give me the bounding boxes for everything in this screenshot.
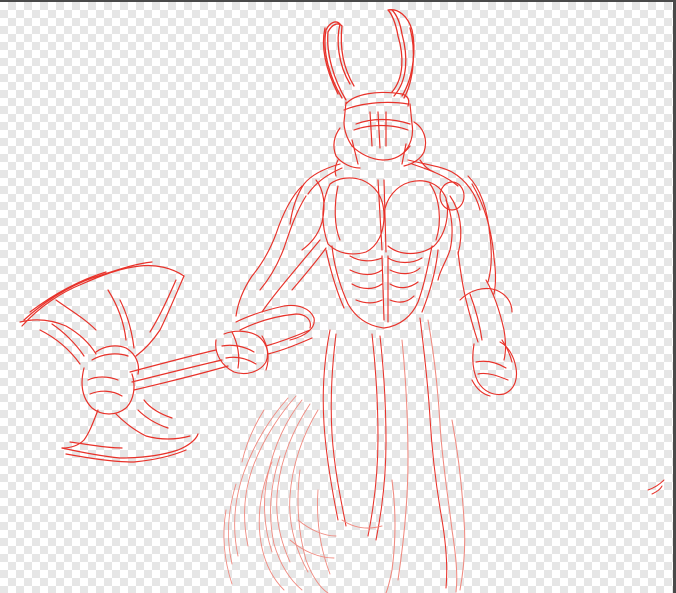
left-arm: [215, 185, 327, 375]
helmet: [333, 91, 427, 169]
tail-strokes: [223, 395, 337, 593]
right-arm: [457, 175, 518, 397]
paint-app-window: [0, 0, 676, 593]
right-horn: [387, 9, 415, 99]
left-horn: [322, 21, 355, 101]
warrior-sketch: [19, 9, 665, 593]
lower-body: [322, 317, 466, 593]
drawing-canvas[interactable]: [0, 2, 673, 593]
stray-strokes: [647, 479, 665, 495]
axe-handle: [129, 329, 313, 391]
axe-head: [19, 261, 199, 463]
torso: [289, 159, 481, 329]
